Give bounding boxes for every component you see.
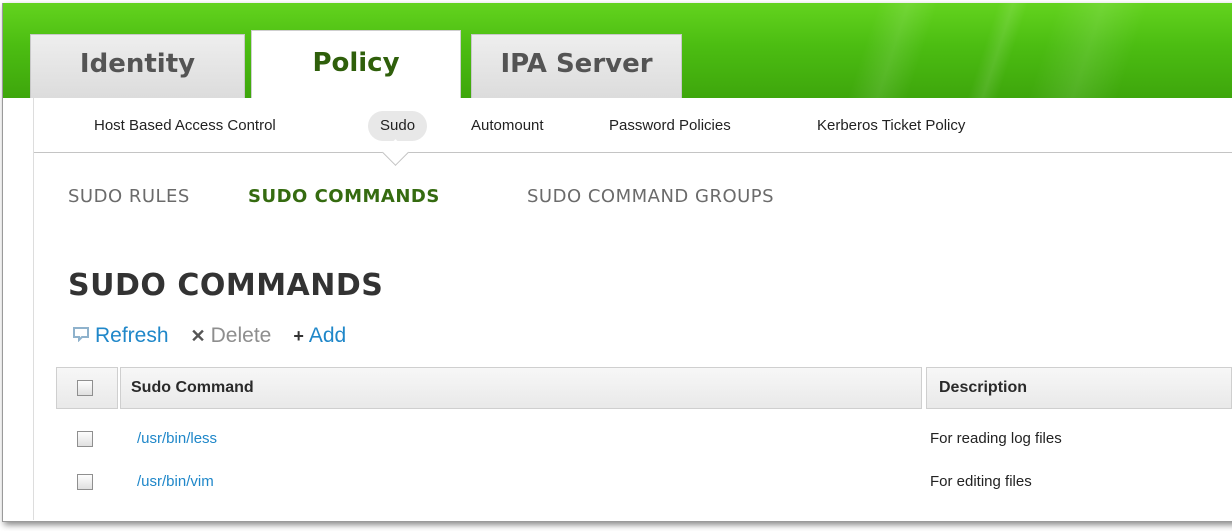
- table-row: /usr/bin/vim For editing files: [56, 470, 1232, 494]
- delete-icon: ✕: [190, 325, 206, 346]
- section-tab-sudo-commands[interactable]: SUDO COMMANDS: [248, 186, 440, 207]
- tab-ipa-server-label: IPA Server: [500, 48, 653, 79]
- sudo-command-link[interactable]: /usr/bin/less: [137, 430, 217, 447]
- add-button[interactable]: + Add: [293, 324, 346, 348]
- row-checkbox[interactable]: [77, 474, 93, 490]
- sub-navigation: Host Based Access Control Sudo Automount…: [34, 98, 1232, 153]
- tab-identity[interactable]: Identity: [30, 34, 245, 98]
- tab-ipa-server[interactable]: IPA Server: [471, 34, 682, 98]
- action-bar: Refresh ✕ Delete + Add: [72, 322, 368, 350]
- delete-label: Delete: [210, 324, 272, 347]
- left-gutter: [3, 98, 34, 520]
- tab-identity-label: Identity: [79, 48, 196, 79]
- refresh-button[interactable]: Refresh: [72, 324, 169, 348]
- page-title: SUDO COMMANDS: [68, 268, 384, 303]
- table-header: Sudo Command Description: [56, 367, 1232, 411]
- section-tab-sudo-command-groups[interactable]: SUDO COMMAND GROUPS: [527, 186, 774, 207]
- tab-policy-label: Policy: [312, 47, 400, 78]
- refresh-icon: [72, 326, 90, 347]
- column-header-description-label: Description: [939, 379, 1028, 396]
- tab-policy[interactable]: Policy: [251, 30, 461, 98]
- section-tab-sudo-rules[interactable]: SUDO RULES: [68, 186, 190, 207]
- refresh-label: Refresh: [95, 324, 169, 347]
- description-cell: For editing files: [930, 473, 1032, 490]
- table-row: /usr/bin/less For reading log files: [56, 427, 1232, 451]
- delete-button[interactable]: ✕ Delete: [191, 324, 272, 348]
- row-checkbox[interactable]: [77, 431, 93, 447]
- add-icon: +: [293, 325, 304, 346]
- sudo-command-link[interactable]: /usr/bin/vim: [137, 473, 214, 490]
- sudo-commands-table: Sudo Command Description /usr/bin/less F…: [56, 367, 1232, 490]
- description-cell: For reading log files: [930, 430, 1062, 447]
- select-all-checkbox[interactable]: [77, 380, 93, 396]
- select-all-header: [56, 367, 118, 409]
- add-label: Add: [308, 324, 347, 347]
- subnav-item-password-policies[interactable]: Password Policies: [609, 111, 731, 141]
- subnav-item-sudo[interactable]: Sudo: [368, 111, 428, 141]
- column-header-sudo-command-label: Sudo Command: [131, 379, 254, 396]
- column-header-description[interactable]: Description: [926, 367, 1232, 409]
- subnav-item-kerberos-ticket-policy[interactable]: Kerberos Ticket Policy: [817, 111, 965, 141]
- subnav-item-automount[interactable]: Automount: [471, 111, 544, 141]
- subnav-item-host-based-access-control[interactable]: Host Based Access Control: [94, 111, 276, 141]
- column-header-sudo-command[interactable]: Sudo Command: [120, 367, 922, 409]
